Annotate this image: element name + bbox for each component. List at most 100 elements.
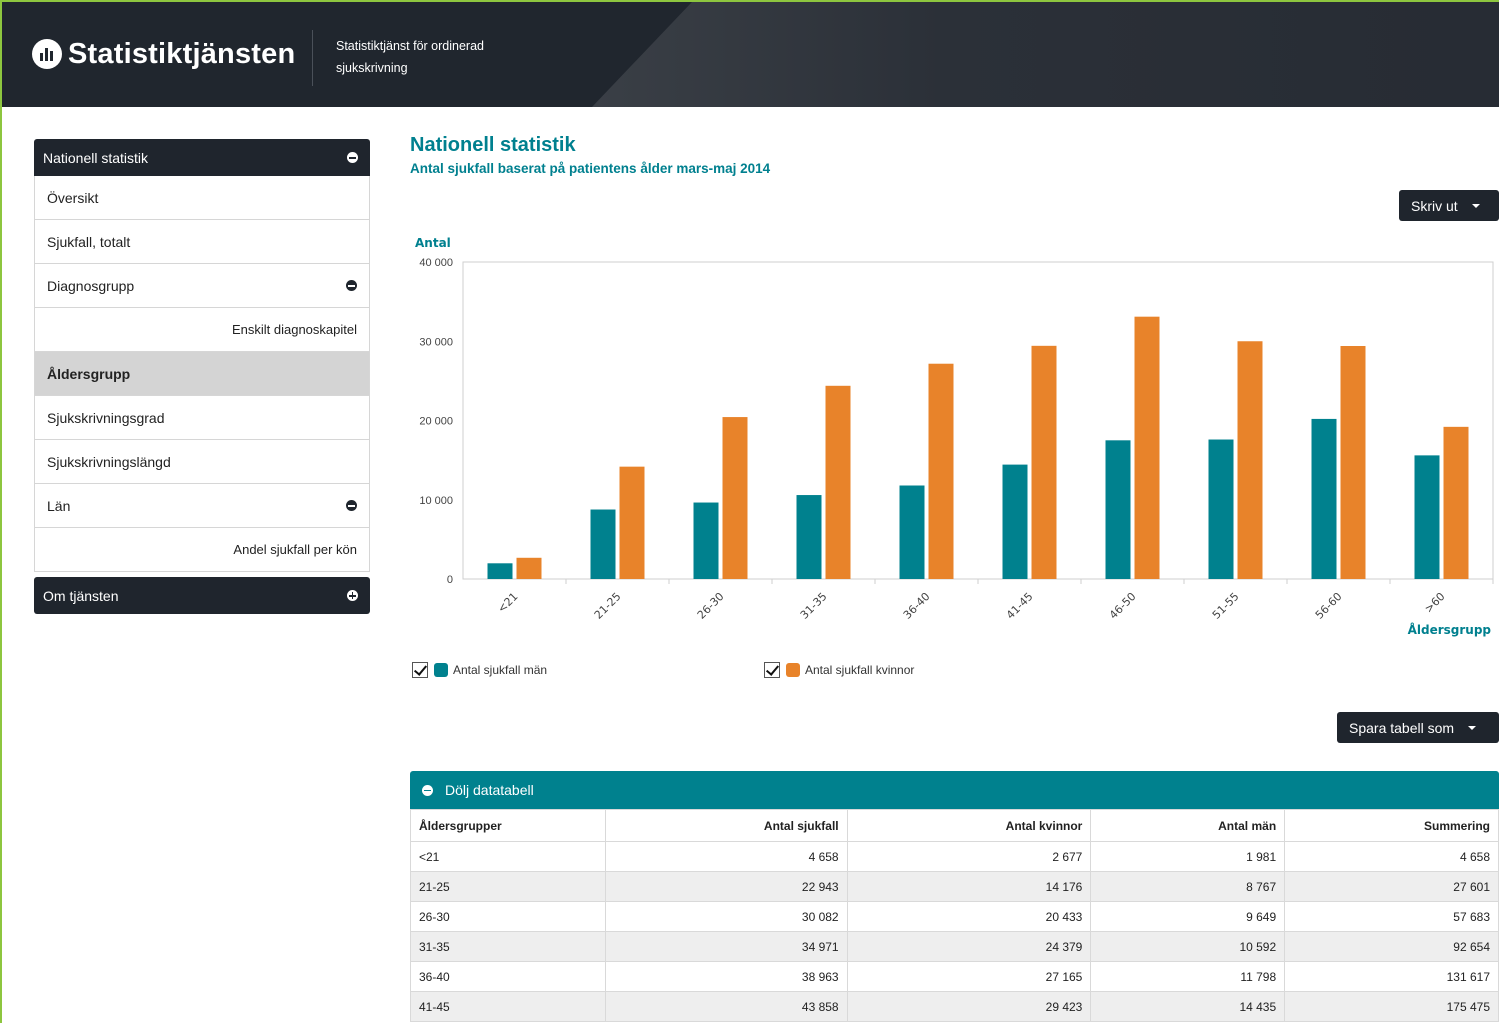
bar-men xyxy=(796,495,822,579)
logo[interactable]: Statistiktjänsten xyxy=(32,34,295,74)
collapse-icon xyxy=(422,784,433,796)
sidebar-item-lan[interactable]: Län xyxy=(34,484,370,528)
table-row: 26-30 30 082 20 433 9 649 57 683 xyxy=(410,901,1499,932)
x-tick-label: 31-35 xyxy=(798,590,830,622)
print-button-label: Skriv ut xyxy=(1411,197,1458,214)
sidebar-item-label: Översikt xyxy=(47,189,99,206)
sidebar-section-nationell-statistik[interactable]: Nationell statistik xyxy=(34,139,370,176)
expand-icon[interactable] xyxy=(347,590,358,601)
sidebar-subitem-andel-sjukfall-per-kon[interactable]: Andel sjukfall per kön xyxy=(34,528,370,572)
legend-item-women[interactable]: Antal sjukfall kvinnor xyxy=(764,662,914,678)
bar-men xyxy=(1002,464,1028,579)
site-header: Statistiktjänsten Statistiktjänst för or… xyxy=(2,2,1499,107)
table-cell: 131 617 xyxy=(1284,961,1499,992)
legend-women-checkbox[interactable] xyxy=(764,662,780,678)
page-title: Nationell statistik xyxy=(410,134,576,156)
legend-women-swatch xyxy=(786,663,800,677)
collapse-icon[interactable] xyxy=(346,500,357,511)
table-cell: 38 963 xyxy=(604,961,848,992)
table-cell: 36-40 xyxy=(410,961,606,992)
header-decoration xyxy=(592,2,1499,107)
header-subtitle: Statistiktjänst för ordinerad sjukskrivn… xyxy=(336,35,536,79)
legend-men-swatch xyxy=(434,663,448,677)
table-cell: 14 176 xyxy=(846,871,1092,902)
bar-men xyxy=(590,509,616,579)
legend-men-label: Antal sjukfall män xyxy=(453,663,548,677)
bar-women xyxy=(516,557,542,579)
save-table-button-label: Spara tabell som xyxy=(1349,719,1455,736)
x-tick-label: 26-30 xyxy=(695,590,727,622)
table-row: 31-35 34 971 24 379 10 592 92 654 xyxy=(410,931,1499,962)
hide-datatable-toggle[interactable]: Dölj datatabell xyxy=(410,771,1499,809)
table-row: 21-25 22 943 14 176 8 767 27 601 xyxy=(410,871,1499,902)
table-cell: 31-35 xyxy=(410,931,606,962)
table-cell: 57 683 xyxy=(1284,901,1499,932)
table-cell: 9 649 xyxy=(1090,901,1286,932)
x-tick-label: >60 xyxy=(1422,590,1448,616)
x-tick-label: 51-55 xyxy=(1210,590,1242,622)
table-cell: 24 379 xyxy=(846,931,1092,962)
table-cell: 27 601 xyxy=(1284,871,1499,902)
sidebar-item-diagnosgrupp[interactable]: Diagnosgrupp xyxy=(34,264,370,308)
legend-item-men[interactable]: Antal sjukfall män xyxy=(412,662,547,678)
table-cell: 175 475 xyxy=(1284,991,1499,1022)
sidebar-item-label: Andel sjukfall per kön xyxy=(233,542,357,557)
x-tick-label: 46-50 xyxy=(1107,590,1139,622)
sidebar-section-om-tjansten[interactable]: Om tjänsten xyxy=(34,577,370,614)
bar-women xyxy=(722,417,748,579)
column-header[interactable]: Åldersgrupper xyxy=(410,809,606,842)
column-header[interactable]: Summering xyxy=(1284,809,1499,842)
bar-women xyxy=(928,363,954,579)
collapse-icon[interactable] xyxy=(346,280,357,291)
bar-men xyxy=(693,502,719,579)
table-cell: 34 971 xyxy=(604,931,848,962)
bar-men xyxy=(1311,418,1337,579)
legend-men-checkbox[interactable] xyxy=(412,662,428,678)
table-cell: 22 943 xyxy=(604,871,848,902)
table-cell: 4 658 xyxy=(604,841,848,872)
sidebar-subitem-enskilt-diagnoskapitel[interactable]: Enskilt diagnoskapitel xyxy=(34,308,370,352)
window-frame-left xyxy=(0,0,2,1023)
table-cell: 29 423 xyxy=(846,991,1092,1022)
header-subtitle-line2: sjukskrivning xyxy=(336,61,408,75)
table-cell: 4 658 xyxy=(1284,841,1499,872)
table-cell: 8 767 xyxy=(1090,871,1286,902)
bar-men xyxy=(1105,440,1131,579)
x-tick-label: 56-60 xyxy=(1313,590,1345,622)
table-cell: 43 858 xyxy=(604,991,848,1022)
data-table: Åldersgrupper Antal sjukfall Antal kvinn… xyxy=(410,809,1499,1022)
bar-men xyxy=(1208,439,1234,579)
sidebar-section-title: Nationell statistik xyxy=(43,149,149,166)
header-subtitle-line1: Statistiktjänst för ordinerad xyxy=(336,39,484,53)
table-cell: 41-45 xyxy=(410,991,606,1022)
x-tick-label: 41-45 xyxy=(1004,590,1036,622)
bar-women xyxy=(1237,341,1263,579)
y-tick-label: 20 000 xyxy=(419,416,453,428)
collapse-icon[interactable] xyxy=(347,152,358,163)
sidebar-item-sjukskrivningslangd[interactable]: Sjukskrivningslängd xyxy=(34,440,370,484)
table-row: 36-40 38 963 27 165 11 798 131 617 xyxy=(410,961,1499,992)
bar-women xyxy=(1134,316,1160,579)
print-button[interactable]: Skriv ut xyxy=(1399,190,1499,221)
table-cell: 11 798 xyxy=(1090,961,1286,992)
sidebar-item-label: Åldersgrupp xyxy=(47,365,131,382)
sidebar-item-aldersgrupp[interactable]: Åldersgrupp xyxy=(34,352,370,396)
table-cell: 20 433 xyxy=(846,901,1092,932)
sidebar-item-oversikt[interactable]: Översikt xyxy=(34,176,370,220)
save-table-button[interactable]: Spara tabell som xyxy=(1337,712,1499,743)
hide-datatable-label: Dölj datatabell xyxy=(445,782,534,798)
sidebar-item-label: Sjukfall, totalt xyxy=(47,233,131,250)
y-tick-label: 0 xyxy=(447,574,453,586)
column-header[interactable]: Antal kvinnor xyxy=(846,809,1092,842)
sidebar-item-sjukskrivningsgrad[interactable]: Sjukskrivningsgrad xyxy=(34,396,370,440)
sidebar-item-sjukfall-totalt[interactable]: Sjukfall, totalt xyxy=(34,220,370,264)
column-header[interactable]: Antal sjukfall xyxy=(604,809,848,842)
table-cell: 10 592 xyxy=(1090,931,1286,962)
bar-women xyxy=(1031,345,1057,579)
column-header[interactable]: Antal män xyxy=(1090,809,1286,842)
x-tick-label: 21-25 xyxy=(592,590,624,622)
table-cell: 1 981 xyxy=(1090,841,1286,872)
y-tick-label: 10 000 xyxy=(419,495,453,507)
plot-border xyxy=(462,261,1494,580)
table-cell: 26-30 xyxy=(410,901,606,932)
